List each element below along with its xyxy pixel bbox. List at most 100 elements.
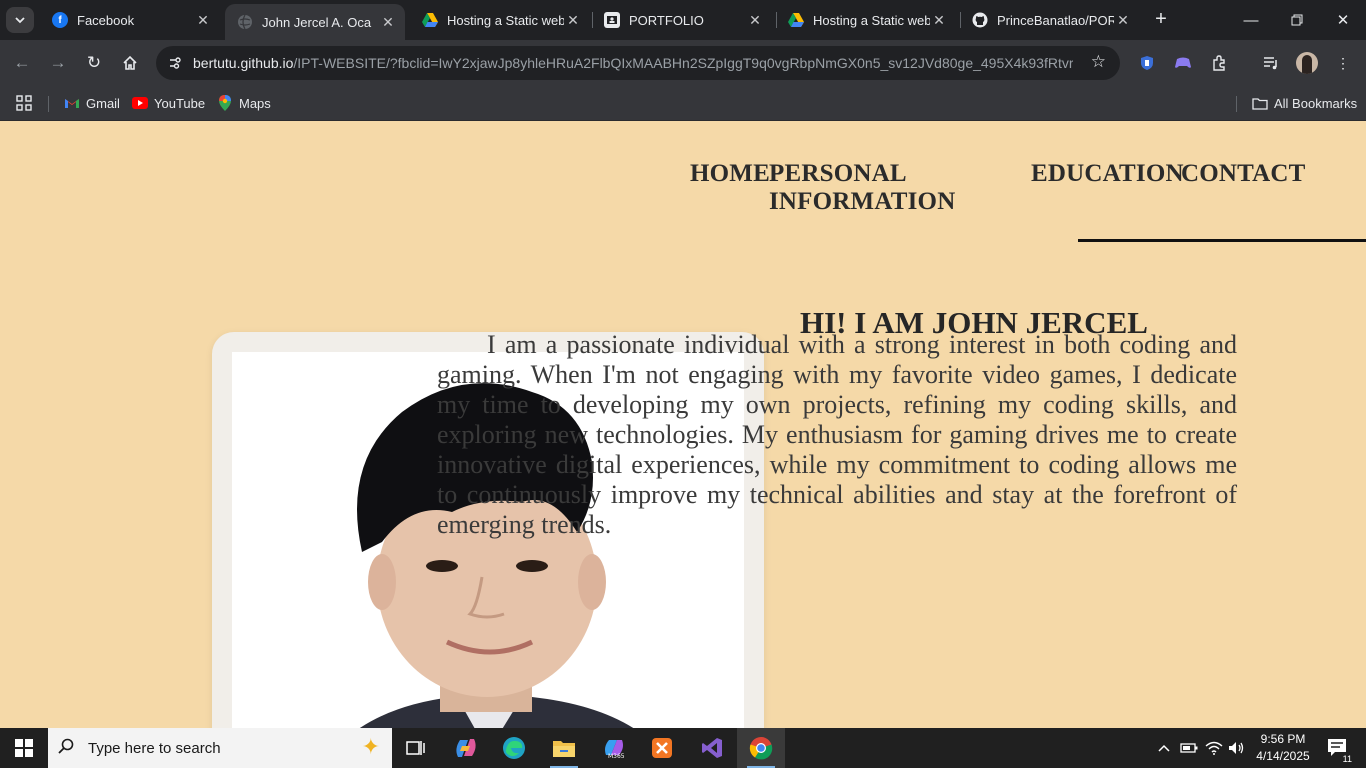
- url-path: /IPT-WEBSITE/?fbclid=IwY2xjawJp8yhleHRuA…: [293, 55, 1073, 71]
- battery-icon[interactable]: [1178, 728, 1200, 768]
- nav-home-link[interactable]: HOME: [690, 160, 770, 188]
- tab-hosting-static-2[interactable]: Hosting a Static webs ✕: [776, 6, 956, 34]
- youtube-icon: [132, 95, 148, 111]
- tab-title: Hosting a Static webs: [447, 12, 564, 28]
- svg-text:M365: M365: [608, 753, 625, 759]
- plus-icon: +: [1155, 8, 1167, 30]
- google-drive-icon: [788, 12, 804, 28]
- task-view-icon: [406, 741, 425, 755]
- chevron-down-icon: [15, 17, 25, 24]
- minimize-button[interactable]: —: [1228, 0, 1274, 40]
- show-hidden-icons-button[interactable]: [1154, 728, 1174, 768]
- microsoft-365-icon: M365: [605, 740, 625, 759]
- all-bookmarks-button[interactable]: All Bookmarks: [1252, 92, 1357, 114]
- bio-paragraph: I am a passionate individual with a stro…: [437, 330, 1237, 539]
- gmail-icon: [64, 95, 80, 111]
- bookmark-label: Gmail: [86, 95, 120, 111]
- url-host: bertutu.github.io: [193, 55, 294, 71]
- bookmark-label: Maps: [239, 95, 271, 111]
- volume-icon[interactable]: [1226, 728, 1248, 768]
- globe-icon: [237, 14, 253, 30]
- close-icon[interactable]: ✕: [930, 12, 948, 29]
- tab-facebook[interactable]: f Facebook ✕: [40, 6, 220, 34]
- extension-shield-icon[interactable]: [1134, 50, 1160, 76]
- bookmarks-bar: Gmail YouTube Maps All Bookmarks: [0, 86, 1366, 121]
- bookmark-maps[interactable]: Maps: [217, 92, 271, 114]
- tab-title: PrinceBanatlao/PORT: [997, 12, 1114, 28]
- browser-toolbar: ← → ↻ bertutu.github.io/IPT-WEBSITE/?fbc…: [0, 40, 1366, 86]
- arrow-left-icon: ←: [13, 53, 31, 72]
- clock-time: 9:56 PM: [1260, 732, 1306, 746]
- tab-john-jercel[interactable]: John Jercel A. Oca ✕: [225, 4, 405, 40]
- reload-button[interactable]: ↻: [80, 49, 108, 77]
- clock-date: 4/14/2025: [1256, 749, 1310, 763]
- system-clock[interactable]: 9:56 PM 4/14/2025: [1248, 731, 1318, 765]
- file-explorer-app[interactable]: [540, 728, 588, 768]
- bookmark-youtube[interactable]: YouTube: [132, 92, 205, 114]
- copilot-app[interactable]: [442, 728, 490, 768]
- google-drive-icon: [422, 12, 438, 28]
- extension-gamepad-icon[interactable]: [1170, 50, 1196, 76]
- profile-avatar[interactable]: [1296, 52, 1318, 74]
- tab-hosting-static-1[interactable]: Hosting a Static webs ✕: [410, 6, 590, 34]
- search-placeholder: Type here to search: [88, 739, 221, 757]
- close-icon[interactable]: ✕: [1114, 12, 1132, 29]
- tab-search-button[interactable]: [6, 7, 34, 33]
- wifi-icon[interactable]: [1203, 728, 1225, 768]
- tab-portfolio[interactable]: PORTFOLIO ✕: [592, 6, 772, 34]
- close-window-button[interactable]: ✕: [1320, 0, 1366, 40]
- close-icon[interactable]: ✕: [194, 12, 212, 29]
- back-button[interactable]: ←: [8, 49, 36, 77]
- apps-button[interactable]: [16, 92, 32, 114]
- url-text[interactable]: bertutu.github.io/IPT-WEBSITE/?fbclid=Iw…: [193, 55, 1073, 71]
- nav-contact-link[interactable]: CONTACT: [1181, 160, 1306, 188]
- minimize-icon: —: [1243, 11, 1259, 29]
- xampp-app[interactable]: [638, 728, 686, 768]
- nav-personal-line1: PERSONAL: [769, 160, 907, 187]
- extensions-puzzle-icon[interactable]: [1206, 50, 1232, 76]
- chevron-up-icon: [1158, 744, 1170, 752]
- notification-center-button[interactable]: 11: [1320, 728, 1356, 768]
- address-bar[interactable]: bertutu.github.io/IPT-WEBSITE/?fbclid=Iw…: [156, 46, 1120, 80]
- task-view-button[interactable]: [392, 728, 440, 768]
- tab-github[interactable]: PrinceBanatlao/PORT ✕: [960, 6, 1140, 34]
- bookmark-gmail[interactable]: Gmail: [64, 92, 120, 114]
- nav-active-underline: [1078, 239, 1366, 242]
- tab-title: PORTFOLIO: [629, 12, 704, 28]
- chrome-app[interactable]: [737, 728, 785, 768]
- bookmark-star-icon[interactable]: ☆: [1091, 52, 1106, 72]
- slides-icon: [604, 12, 620, 28]
- start-button[interactable]: [0, 728, 48, 768]
- site-info-icon[interactable]: [164, 52, 186, 74]
- notification-count: 11: [1340, 754, 1354, 764]
- nav-personal-line2: INFORMATION: [769, 188, 956, 215]
- windows-taskbar: Type here to search ✦ M365 9:56 PM 4/14/…: [0, 728, 1366, 768]
- folder-icon: [553, 741, 575, 757]
- media-controls-icon[interactable]: [1258, 50, 1284, 76]
- m365-app[interactable]: M365: [590, 728, 638, 768]
- restore-icon: [1291, 14, 1303, 26]
- home-icon: [123, 55, 137, 70]
- new-tab-button[interactable]: +: [1150, 8, 1172, 30]
- close-icon[interactable]: ✕: [746, 12, 764, 29]
- home-button[interactable]: [116, 49, 144, 77]
- facebook-icon: f: [52, 12, 68, 28]
- edge-app[interactable]: [490, 728, 538, 768]
- close-icon[interactable]: ✕: [564, 12, 582, 29]
- close-icon[interactable]: ✕: [379, 14, 397, 31]
- chrome-icon: [749, 737, 773, 760]
- taskbar-search-box[interactable]: Type here to search ✦: [48, 728, 392, 768]
- tab-title: John Jercel A. Oca: [262, 14, 372, 30]
- forward-button[interactable]: →: [44, 49, 72, 77]
- nav-education-link[interactable]: EDUCATION: [1031, 160, 1184, 188]
- visual-studio-icon: [702, 738, 722, 758]
- nav-personal-information-link[interactable]: PERSONAL INFORMATION: [769, 160, 955, 216]
- github-icon: [972, 12, 988, 28]
- chrome-menu-icon[interactable]: ⋮: [1330, 50, 1356, 76]
- windows-logo-icon: [15, 739, 33, 757]
- visual-studio-app[interactable]: [688, 728, 736, 768]
- apps-grid-icon: [16, 95, 32, 111]
- tab-title: Hosting a Static webs: [813, 12, 930, 28]
- bookmarks-divider: [1236, 96, 1237, 112]
- restore-button[interactable]: [1274, 0, 1320, 40]
